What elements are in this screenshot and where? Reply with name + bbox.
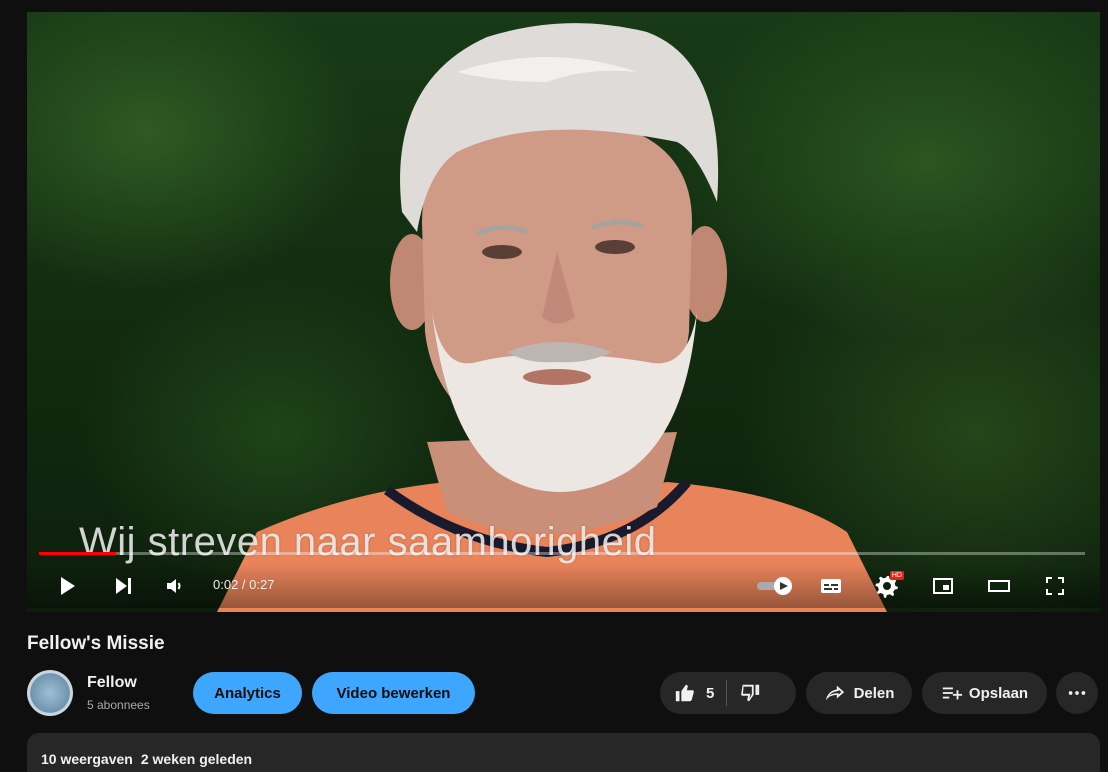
time-current: 0:02 — [213, 577, 239, 592]
channel-avatar[interactable] — [27, 670, 73, 716]
miniplayer-button[interactable] — [929, 572, 957, 600]
like-button[interactable]: 5 — [674, 682, 714, 704]
description-meta: 10 weergaven 2 weken geleden — [41, 751, 252, 767]
view-count: 10 weergaven — [41, 751, 133, 767]
settings-button[interactable]: HD — [873, 571, 904, 600]
thumbs-down-icon — [741, 684, 760, 702]
theater-mode-button[interactable] — [985, 572, 1013, 600]
miniplayer-icon — [933, 578, 953, 594]
mute-button[interactable] — [161, 572, 189, 600]
subscriber-count: 5 abonnees — [87, 698, 150, 712]
like-divider — [726, 680, 728, 706]
fullscreen-button[interactable] — [1041, 572, 1069, 600]
channel-name[interactable]: Fellow — [87, 674, 137, 692]
play-button[interactable] — [53, 572, 81, 600]
subtitles-button[interactable] — [817, 572, 845, 600]
next-button[interactable] — [109, 572, 137, 600]
play-icon — [61, 577, 75, 595]
share-label: Delen — [853, 684, 895, 702]
player-controls: 0:02 / 0:27 HD — [27, 564, 1100, 608]
more-actions-button[interactable] — [1056, 672, 1098, 714]
video-player[interactable]: Wij streven naar saamhorigheid 0:02 / 0:… — [27, 12, 1100, 612]
like-count: 5 — [706, 684, 715, 702]
time-display: 0:02 / 0:27 — [213, 577, 274, 592]
channel-actions-row: Fellow 5 abonnees Analytics Video bewerk… — [27, 670, 1100, 718]
autoplay-toggle[interactable] — [755, 572, 795, 600]
edit-video-button[interactable]: Video bewerken — [312, 672, 475, 714]
skip-next-icon — [116, 578, 131, 594]
thumbs-up-icon — [675, 684, 694, 702]
save-label: Opslaan — [968, 684, 1029, 702]
description-box[interactable]: 10 weergaven 2 weken geleden — [27, 733, 1100, 772]
like-dislike-group: 5 — [660, 672, 796, 714]
progress-bar-played — [39, 552, 117, 555]
hd-badge: HD — [889, 571, 904, 580]
time-separator: / — [238, 577, 250, 592]
share-button[interactable]: Delen — [806, 672, 912, 714]
share-icon — [825, 685, 844, 701]
more-horizontal-icon — [1068, 691, 1086, 695]
dislike-button[interactable] — [739, 682, 761, 704]
save-button[interactable]: Opslaan — [922, 672, 1047, 714]
analytics-button[interactable]: Analytics — [193, 672, 302, 714]
theater-mode-icon — [988, 580, 1010, 592]
subtitles-icon — [821, 579, 841, 593]
time-total: 0:27 — [249, 577, 275, 592]
volume-icon — [167, 579, 181, 593]
fullscreen-icon — [1046, 577, 1064, 595]
autoplay-toggle-icon — [757, 577, 792, 595]
video-title: Fellow's Missie — [27, 633, 165, 654]
upload-date: 2 weken geleden — [140, 751, 253, 767]
video-caption: Wij streven naar saamhorigheid — [79, 520, 657, 564]
progress-bar[interactable] — [39, 552, 1085, 555]
playlist-add-icon — [942, 687, 962, 700]
